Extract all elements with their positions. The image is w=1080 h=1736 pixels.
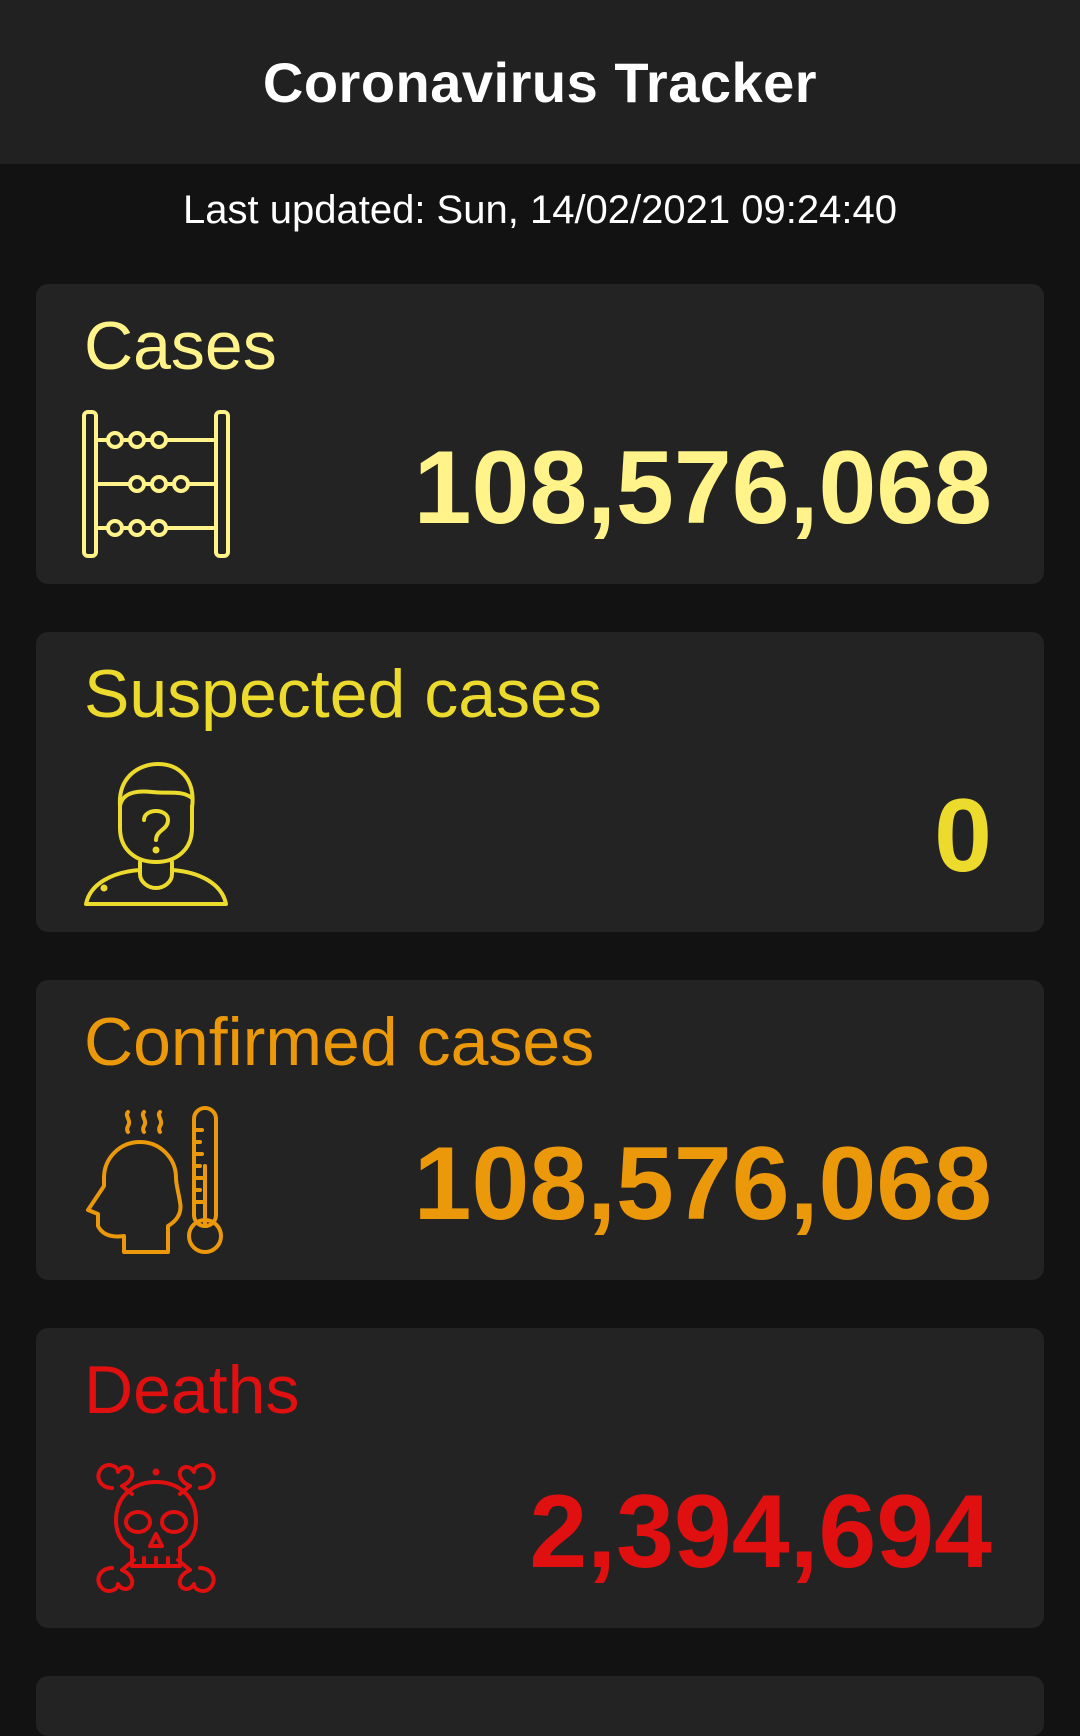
confirmed-cases-card[interactable]: Confirmed cases 108,576,068 — [36, 980, 1044, 1280]
fever-thermometer-icon — [82, 1106, 230, 1254]
confirmed-cases-title: Confirmed cases — [84, 1004, 595, 1080]
abacus-icon — [82, 410, 230, 558]
app-bar: Coronavirus Tracker — [0, 0, 1080, 164]
last-updated-text: Last updated: Sun, 14/02/2021 09:24:40 — [183, 188, 897, 232]
cases-title: Cases — [84, 308, 277, 384]
deaths-value: 2,394,694 — [529, 1474, 992, 1590]
app-title: Coronavirus Tracker — [262, 50, 818, 114]
suspected-cases-value: 0 — [934, 778, 992, 894]
next-card[interactable] — [36, 1676, 1044, 1736]
cases-value: 108,576,068 — [413, 430, 992, 546]
question-person-icon — [82, 758, 230, 906]
suspected-cases-card[interactable]: Suspected cases 0 — [36, 632, 1044, 932]
deaths-card[interactable]: Deaths 2,394,694 — [36, 1328, 1044, 1628]
suspected-cases-title: Suspected cases — [84, 656, 602, 732]
deaths-title: Deaths — [84, 1352, 300, 1428]
skull-crossbones-icon — [82, 1454, 230, 1602]
confirmed-cases-value: 108,576,068 — [413, 1126, 992, 1242]
cases-card[interactable]: Cases 108,576,068 — [36, 284, 1044, 584]
